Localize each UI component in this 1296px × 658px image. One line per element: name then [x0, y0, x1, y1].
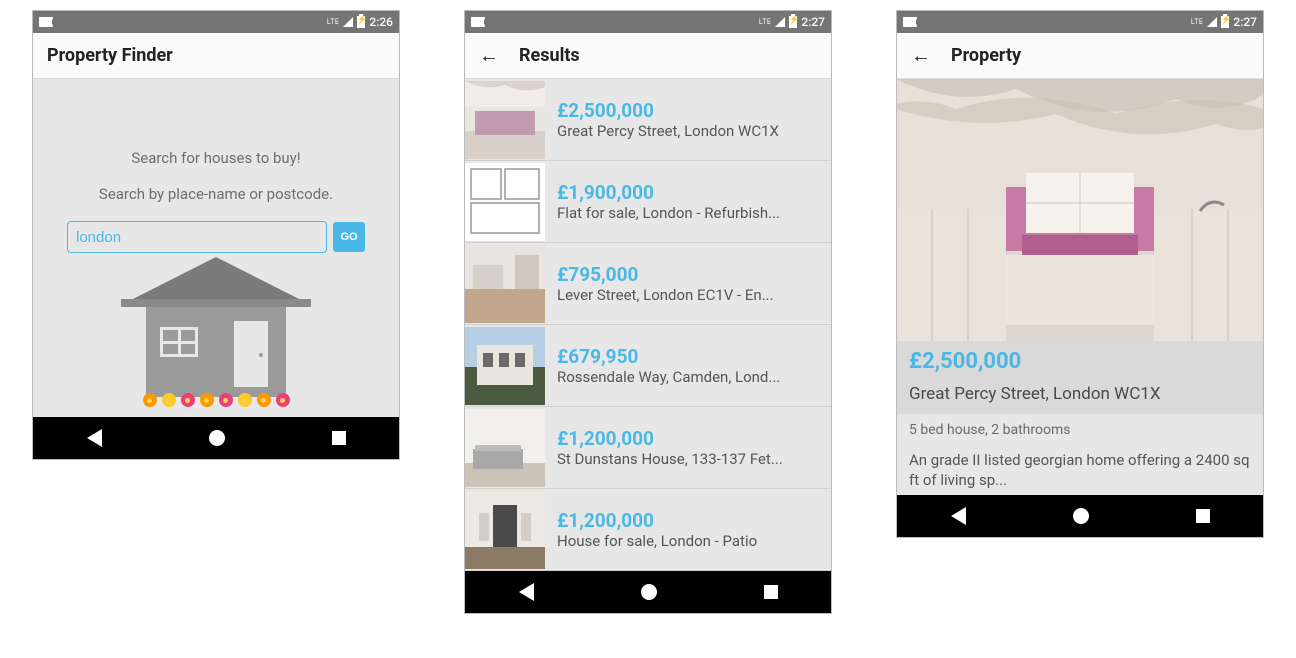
- listing-thumbnail: [465, 491, 545, 569]
- android-navbar: [33, 417, 399, 459]
- app-bar: ← Results: [465, 33, 831, 79]
- battery-icon: [357, 16, 365, 28]
- status-clock: 2:27: [1233, 15, 1257, 29]
- nav-home-icon[interactable]: [641, 584, 657, 600]
- battery-icon: [789, 16, 797, 28]
- listing-address: Great Percy Street, London WC1X: [557, 122, 819, 140]
- listing-price: £1,200,000: [557, 427, 819, 450]
- list-item[interactable]: £679,950 Rossendale Way, Camden, Lond...: [465, 325, 831, 407]
- detail-meta: 5 bed house, 2 bathrooms: [897, 414, 1263, 446]
- nav-recent-icon[interactable]: [1196, 509, 1210, 523]
- sdcard-icon: [903, 17, 917, 27]
- phone-results: LTE 2:27 ← Results £2,500,000 Great Perc…: [464, 10, 832, 614]
- listing-thumbnail: [465, 245, 545, 323]
- list-item[interactable]: £795,000 Lever Street, London EC1V - En.…: [465, 243, 831, 325]
- page-title: Results: [519, 45, 580, 66]
- list-item[interactable]: £1,200,000 St Dunstans House, 133-137 Fe…: [465, 407, 831, 489]
- status-bar: LTE 2:27: [465, 11, 831, 33]
- go-button[interactable]: GO: [333, 222, 365, 252]
- app-bar: ← Property: [897, 33, 1263, 79]
- listing-address: House for sale, London - Patio: [557, 532, 819, 550]
- lte-label: LTE: [759, 18, 772, 26]
- listing-price: £679,950: [557, 345, 819, 368]
- back-arrow-icon[interactable]: ←: [911, 43, 931, 68]
- page-title: Property: [951, 45, 1021, 66]
- android-navbar: [897, 495, 1263, 537]
- back-arrow-icon[interactable]: ←: [479, 43, 499, 68]
- lte-label: LTE: [1191, 18, 1204, 26]
- battery-icon: [1221, 16, 1229, 28]
- phone-detail: LTE 2:27 ← Property: [896, 10, 1264, 538]
- nav-back-icon[interactable]: [87, 429, 102, 447]
- results-list: £2,500,000 Great Percy Street, London WC…: [465, 79, 831, 571]
- list-item[interactable]: £1,900,000 Flat for sale, London - Refur…: [465, 161, 831, 243]
- price-address-block: £2,500,000 Great Percy Street, London WC…: [897, 341, 1263, 414]
- listing-address: Rossendale Way, Camden, Lond...: [557, 368, 819, 386]
- detail-description: An grade II listed georgian home offerin…: [897, 446, 1263, 495]
- list-item[interactable]: £1,200,000 House for sale, London - Pati…: [465, 489, 831, 571]
- nav-recent-icon[interactable]: [764, 585, 778, 599]
- search-input[interactable]: [67, 221, 327, 253]
- property-hero-image: [897, 79, 1263, 341]
- lte-label: LTE: [327, 18, 340, 26]
- status-clock: 2:26: [369, 15, 393, 29]
- detail-address: Great Percy Street, London WC1X: [909, 384, 1251, 404]
- nav-recent-icon[interactable]: [332, 431, 346, 445]
- results-screen: £2,500,000 Great Percy Street, London WC…: [465, 79, 831, 571]
- signal-icon: [343, 17, 353, 27]
- listing-price: £795,000: [557, 263, 819, 286]
- listing-price: £2,500,000: [557, 99, 819, 122]
- nav-back-icon[interactable]: [951, 507, 966, 525]
- signal-icon: [1207, 17, 1217, 27]
- status-bar: LTE 2:27: [897, 11, 1263, 33]
- listing-price: £1,900,000: [557, 181, 819, 204]
- detail-price: £2,500,000: [909, 349, 1251, 374]
- house-illustration: [116, 257, 316, 417]
- listing-thumbnail: [465, 163, 545, 241]
- detail-screen: £2,500,000 Great Percy Street, London WC…: [897, 79, 1263, 495]
- listing-price: £1,200,000: [557, 509, 819, 532]
- search-hint: Search by place-name or postcode.: [99, 185, 333, 203]
- phone-search: LTE 2:26 Property Finder Search for hous…: [32, 10, 400, 460]
- listing-address: St Dunstans House, 133-137 Fet...: [557, 450, 819, 468]
- search-tagline: Search for houses to buy!: [131, 149, 300, 167]
- list-item[interactable]: £2,500,000 Great Percy Street, London WC…: [465, 79, 831, 161]
- status-clock: 2:27: [801, 15, 825, 29]
- sdcard-icon: [471, 17, 485, 27]
- page-title: Property Finder: [47, 45, 173, 66]
- status-bar: LTE 2:26: [33, 11, 399, 33]
- nav-home-icon[interactable]: [209, 430, 225, 446]
- app-bar: Property Finder: [33, 33, 399, 79]
- nav-back-icon[interactable]: [519, 583, 534, 601]
- listing-thumbnail: [465, 81, 545, 159]
- listing-thumbnail: [465, 327, 545, 405]
- listing-address: Flat for sale, London - Refurbish...: [557, 204, 819, 222]
- android-navbar: [465, 571, 831, 613]
- sdcard-icon: [39, 17, 53, 27]
- search-screen: Search for houses to buy! Search by plac…: [33, 79, 399, 417]
- listing-thumbnail: [465, 409, 545, 487]
- signal-icon: [775, 17, 785, 27]
- nav-home-icon[interactable]: [1073, 508, 1089, 524]
- listing-address: Lever Street, London EC1V - En...: [557, 286, 819, 304]
